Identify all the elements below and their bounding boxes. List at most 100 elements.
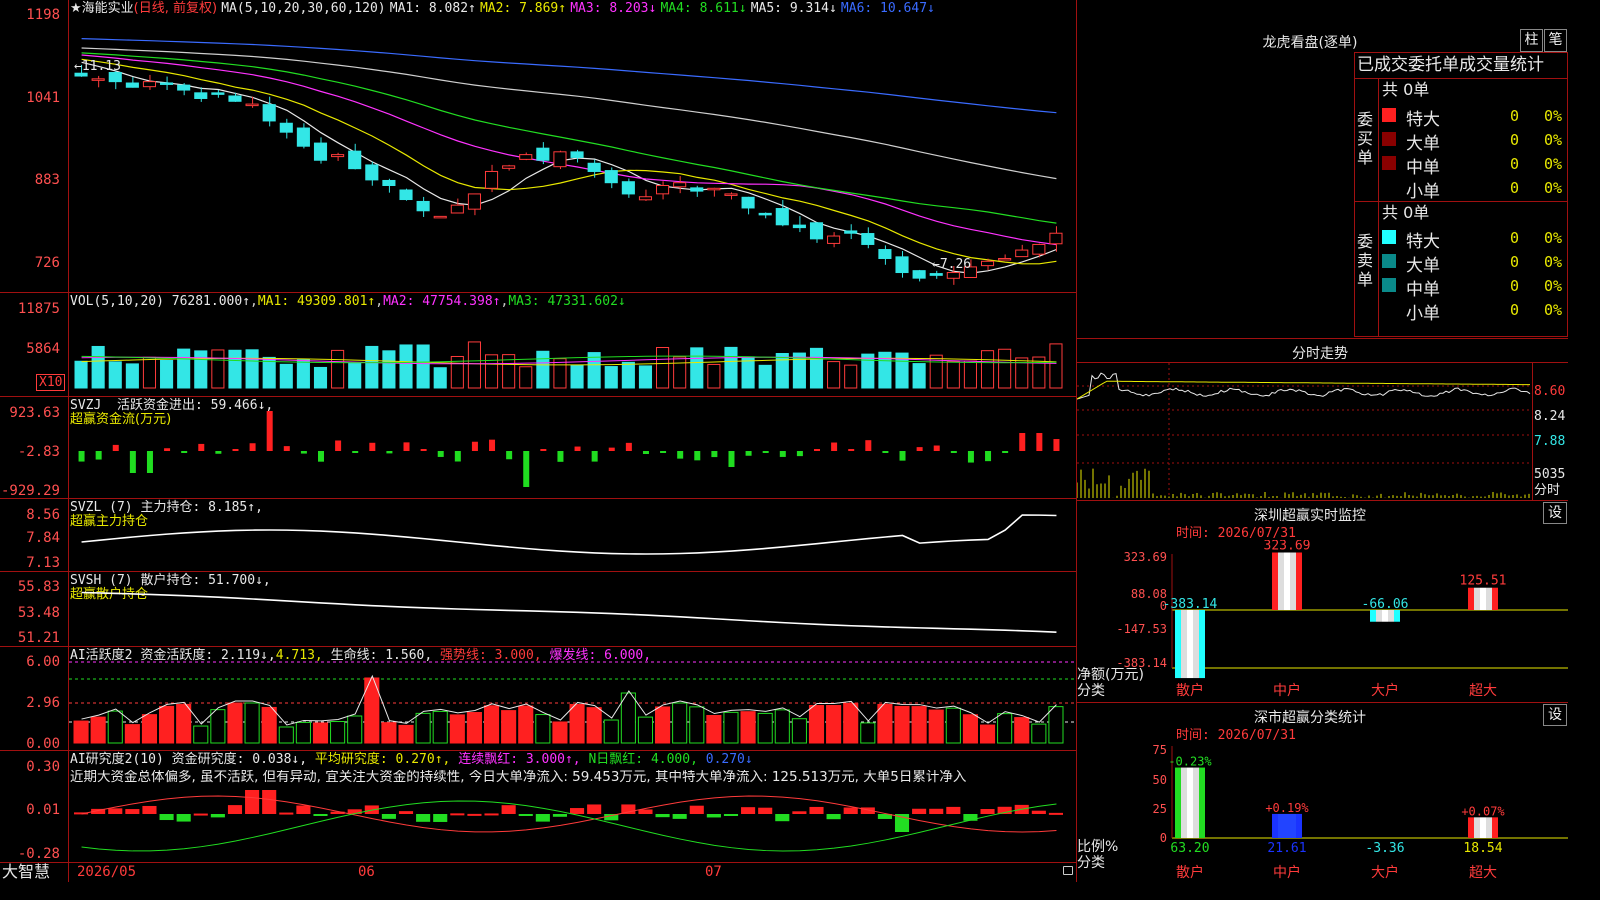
period-label[interactable]: (日线, 前复权) xyxy=(134,1,217,16)
classify-axis-tick: 0 xyxy=(1160,831,1167,845)
candle-body xyxy=(296,127,310,147)
classify-bar-chart[interactable]: 75 50 25 0 -0.23% 63.20 散户 +0.19% 21.61 中户 -3.36 大户… xyxy=(1077,742,1568,882)
activity-bar xyxy=(791,718,807,744)
buy-size-label: 大单 xyxy=(1406,134,1440,154)
research-bar xyxy=(125,809,140,814)
sell-size-label: 中单 xyxy=(1406,280,1440,300)
candle-body xyxy=(313,142,328,161)
activity-bar xyxy=(244,702,260,744)
classify-bar-segment xyxy=(1480,817,1486,838)
monitor-value-label: 323.69 xyxy=(1264,540,1311,554)
lock-icon[interactable] xyxy=(1063,866,1073,875)
svzj-bar xyxy=(950,451,957,453)
svzl-axis-tick: 7.84 xyxy=(26,530,60,546)
svzj-bar xyxy=(266,411,273,451)
candlestick-chart[interactable] xyxy=(69,16,1076,292)
research-bar xyxy=(1048,812,1063,815)
candle-body xyxy=(587,162,601,172)
candle-body xyxy=(998,257,1012,261)
order-stat-tabs[interactable]: 已成交委托单成交量统计 xyxy=(1357,55,1568,75)
research-bar xyxy=(792,811,807,814)
monitor-settings-button[interactable]: 设 xyxy=(1543,502,1567,524)
candle-body xyxy=(91,78,105,81)
buy-count: 0 xyxy=(1510,107,1520,125)
svzl-chart[interactable] xyxy=(69,499,1076,571)
activity-bar xyxy=(227,702,243,744)
candle-body xyxy=(895,256,909,274)
sell-count: 0 xyxy=(1510,301,1520,319)
buy-row-2: 中单 0 0% xyxy=(1382,152,1568,178)
svzj-bar xyxy=(796,451,803,457)
intraday-axis-tick: 5035 xyxy=(1534,467,1566,482)
classify-bar xyxy=(1272,813,1302,838)
activity-bar xyxy=(347,715,363,744)
research-bar xyxy=(723,814,739,816)
candle-body xyxy=(912,270,926,279)
volume-bar xyxy=(125,363,139,389)
research-bar xyxy=(108,808,123,814)
activity-bar xyxy=(535,714,551,744)
volume-bar xyxy=(809,347,824,389)
classify-bar-segment xyxy=(1486,817,1492,838)
svzj-chart[interactable] xyxy=(69,397,1076,498)
pen-view-button[interactable]: 笔 xyxy=(1544,29,1567,52)
classify-bar-segment xyxy=(1181,767,1187,838)
ai-research-chart[interactable] xyxy=(69,786,1076,862)
buy-row-1: 大单 0 0% xyxy=(1382,128,1568,154)
activity-bar xyxy=(723,711,739,744)
buy-color-swatch xyxy=(1382,108,1396,122)
sell-count: 0 xyxy=(1510,229,1520,247)
classify-time: 时间: 2026/07/31 xyxy=(1176,728,1296,743)
classify-change-label: -0.23% xyxy=(1168,755,1212,769)
star-icon[interactable]: ★ xyxy=(70,1,82,16)
svzj-bar xyxy=(967,451,974,463)
svzj-bar xyxy=(694,451,701,461)
sell-size-label: 小单 xyxy=(1406,304,1440,324)
classify-unit: 比例% xyxy=(1077,839,1119,855)
volume-bar xyxy=(878,351,892,389)
sell-percent: 0% xyxy=(1544,253,1563,271)
brand-logo[interactable]: 大智慧 xyxy=(2,863,50,881)
main-axis-tick: 883 xyxy=(34,172,60,188)
low-annotation: ←7.26 xyxy=(932,257,972,272)
candle-body xyxy=(792,224,806,229)
activity-bar xyxy=(997,713,1013,744)
candle-body xyxy=(707,187,721,191)
svzj-bar xyxy=(985,451,992,462)
activity-bar xyxy=(432,710,448,744)
activity-bar xyxy=(381,722,397,744)
research-bar xyxy=(758,807,773,814)
candle-body xyxy=(1015,249,1029,258)
classify-bar-segment xyxy=(1193,767,1199,838)
research-bar xyxy=(518,814,533,816)
candle-body xyxy=(604,170,618,184)
svsh-chart[interactable] xyxy=(69,572,1076,646)
classify-change-label: +0.07% xyxy=(1461,804,1505,818)
research-bar xyxy=(809,806,824,814)
candle-body xyxy=(946,272,960,279)
intraday-chart[interactable] xyxy=(1077,363,1532,498)
bar-view-button[interactable]: 柱 xyxy=(1520,29,1543,52)
monitor-bar-segment xyxy=(1181,610,1187,679)
sell-row-2: 中单 0 0% xyxy=(1382,274,1568,300)
activity-bar xyxy=(501,710,517,744)
volume-bar xyxy=(1049,343,1063,389)
volume-chart[interactable] xyxy=(69,308,1076,396)
activity-bar xyxy=(124,724,140,744)
volume-bar xyxy=(519,366,533,389)
research-bar xyxy=(946,806,961,814)
monitor-bar-chart[interactable]: 323.6988.080-147.53-383.14-383.14散户323.6… xyxy=(1077,540,1568,700)
candle-body xyxy=(279,122,293,133)
stock-name[interactable]: 海能实业 xyxy=(82,1,134,16)
classify-settings-button[interactable]: 设 xyxy=(1543,704,1567,726)
sell-percent: 0% xyxy=(1544,229,1563,247)
monitor-bar-segment xyxy=(1284,552,1290,610)
activity-bar xyxy=(637,716,654,744)
volume-bar xyxy=(177,348,191,389)
activity-bar xyxy=(261,706,277,744)
research-bar xyxy=(450,813,465,816)
volume-header: VOL(5,10,20) 76281.000↑,MA1: 49309.801↑,… xyxy=(70,294,626,309)
buy-color-swatch xyxy=(1382,132,1396,146)
ai-research-comment: 近期大资金总体偏多, 虽不活跃, 但有异动, 宜关注大资金的持续性, 今日大单净… xyxy=(70,770,967,785)
ai-activity-chart[interactable] xyxy=(69,647,1076,750)
